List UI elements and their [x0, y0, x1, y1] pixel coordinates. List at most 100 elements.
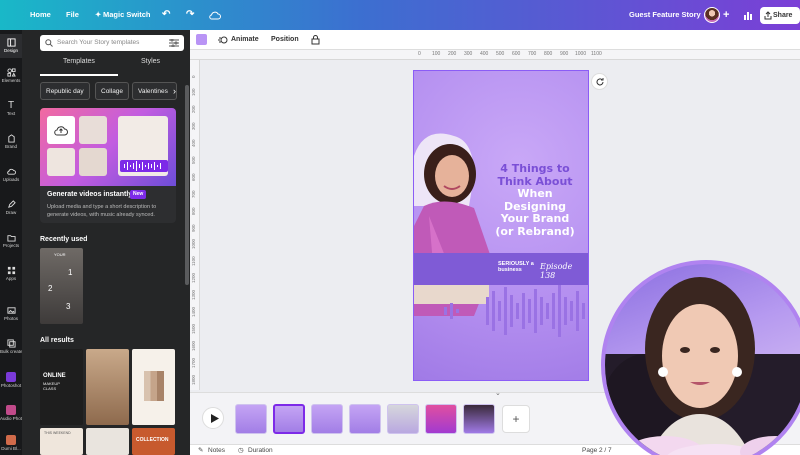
podcast-logo-text: SERIOUSLY a business	[498, 261, 534, 273]
page-indicator: Page 2 / 7	[582, 447, 612, 454]
dog-photo-thumb	[79, 116, 107, 144]
rail-label: Text	[6, 111, 16, 116]
search-input[interactable]: Search Your Story templates	[57, 35, 139, 51]
ruler-tick: 400	[191, 139, 196, 147]
play-button[interactable]	[202, 407, 224, 429]
notes-button[interactable]: Notes	[208, 445, 225, 455]
rail-item-design[interactable]: Design	[0, 34, 22, 58]
magic-switch-menu[interactable]: Magic Switch	[103, 0, 151, 30]
page-thumb[interactable]	[425, 404, 457, 434]
add-page-button[interactable]: +	[502, 405, 530, 433]
rail-item-brand[interactable]: Brand	[0, 134, 22, 149]
rail-item-audio-photo[interactable]: Audio Phot...	[0, 405, 22, 421]
refresh-icon	[596, 78, 604, 86]
ruler-tick: 1600	[191, 340, 196, 351]
page-thumb[interactable]	[349, 404, 381, 434]
story-design-page[interactable]: 4 Things to Think About When Designing Y…	[413, 70, 589, 381]
ruler-tick: 0	[191, 75, 196, 78]
rail-label: Projects	[2, 243, 20, 248]
rail-label: Elements	[1, 78, 21, 83]
home-menu[interactable]: Home	[30, 0, 51, 30]
rail-item-dumi[interactable]: Dumi Bl...	[0, 435, 22, 451]
rail-item-apps[interactable]: Apps	[0, 266, 22, 281]
thumb-text: THIS WEEKEND	[44, 431, 71, 435]
filter-icon[interactable]	[169, 39, 179, 47]
rail-item-uploads[interactable]: Uploads	[0, 167, 22, 182]
ruler-tick: 1100	[191, 256, 196, 266]
rail-item-text[interactable]: T Text	[0, 100, 22, 117]
page-thumb[interactable]	[235, 404, 267, 434]
cloud-saved-icon	[209, 11, 221, 20]
page-thumb-selected[interactable]	[273, 404, 305, 434]
recent-template-thumb[interactable]: YOUR 1 2 3	[40, 248, 83, 324]
ruler-horizontal: 0 100 200 300 400 500 600 700 800 900 10…	[190, 50, 800, 60]
refresh-design-button[interactable]	[591, 73, 608, 90]
presenter-video	[605, 277, 800, 455]
share-button[interactable]: Share	[760, 7, 800, 24]
cloud-upload-icon	[54, 126, 68, 136]
ruler-tick: 100	[191, 88, 196, 96]
rail-item-photoshot[interactable]: Photoshot	[0, 372, 22, 388]
ruler-tick: 600	[191, 173, 196, 181]
animate-button[interactable]: Animate	[231, 30, 259, 50]
thumb-text: 1	[68, 268, 73, 277]
ruler-tick: 200	[448, 51, 457, 57]
result-template-thumb[interactable]: THIS WEEKEND	[40, 428, 83, 455]
page-thumb[interactable]	[311, 404, 343, 434]
active-tab-indicator	[40, 74, 118, 76]
position-button[interactable]: Position	[271, 30, 299, 50]
ruler-tick: 500	[496, 51, 505, 57]
result-template-thumb[interactable]	[86, 428, 129, 455]
page-thumb[interactable]	[387, 404, 419, 434]
episode-label: Episode 138	[540, 262, 573, 280]
result-template-thumb[interactable]: ONLINE MAKEUP CLASS	[40, 349, 83, 425]
chevron-right-icon[interactable]: ›	[173, 82, 176, 100]
chip-republic-day[interactable]: Republic day	[40, 82, 90, 100]
dog-photo-thumb	[47, 148, 75, 176]
result-template-thumb[interactable]: COLLECTION	[132, 428, 175, 455]
sparkle-icon: ✦	[95, 10, 102, 19]
chip-collage[interactable]: Collage	[95, 82, 130, 100]
rail-item-elements[interactable]: Elements	[0, 68, 22, 83]
headline-line: 4 Things to	[500, 162, 570, 175]
apps-grid-icon	[7, 266, 15, 275]
promo-description: Upload media and type a short descriptio…	[47, 204, 157, 218]
rail-item-draw[interactable]: Draw	[0, 200, 22, 215]
text-icon: T	[7, 100, 15, 111]
template-search[interactable]: Search Your Story templates	[40, 35, 184, 51]
user-avatar[interactable]	[704, 7, 720, 23]
headline[interactable]: 4 Things to Think About When Designing Y…	[482, 162, 588, 238]
redo-icon[interactable]: ↷	[186, 0, 194, 30]
chip-valentines[interactable]: Valentines	[132, 82, 177, 100]
promo-card[interactable]: Generate videos instantly New Upload med…	[40, 108, 176, 223]
ruler-tick: 700	[528, 51, 537, 57]
result-template-thumb[interactable]	[132, 349, 175, 425]
ruler-tick: 1500	[191, 323, 196, 334]
lock-icon[interactable]	[311, 35, 320, 45]
tab-templates[interactable]: Templates	[63, 58, 95, 65]
document-title[interactable]: Guest Feature Story	[629, 0, 701, 30]
rail-item-bulk-create[interactable]: Bulk create	[0, 339, 22, 354]
page-thumb[interactable]	[463, 404, 495, 434]
file-menu[interactable]: File	[66, 0, 79, 30]
tab-styles[interactable]: Styles	[141, 58, 160, 65]
panel-scrollbar[interactable]	[185, 85, 189, 285]
add-collaborator-icon[interactable]: +	[723, 0, 729, 30]
layout-icon	[6, 38, 16, 47]
rail-label: Draw	[5, 210, 17, 215]
canva-editor: Home File ✦ Magic Switch ↶ ↷ Guest Featu…	[0, 0, 800, 455]
background-color-swatch[interactable]	[196, 34, 207, 45]
rail-item-photos[interactable]: Photos	[0, 306, 22, 321]
rail-label: Photos	[3, 316, 18, 321]
duration-button[interactable]: Duration	[248, 445, 273, 455]
insights-chart-icon[interactable]	[743, 10, 753, 20]
color-swatch-graphic	[144, 371, 164, 401]
undo-icon[interactable]: ↶	[162, 0, 170, 30]
result-template-thumb[interactable]	[86, 349, 129, 425]
collapse-chevron-icon[interactable]: ⌄	[495, 389, 501, 397]
presenter-webcam	[601, 260, 800, 455]
audio-waveform-graphic	[444, 285, 585, 337]
new-badge: New	[130, 190, 147, 199]
ruler-vertical: 0 100 200 300 400 500 600 700 800 900 10…	[190, 60, 200, 390]
rail-item-projects[interactable]: Projects	[0, 233, 22, 248]
